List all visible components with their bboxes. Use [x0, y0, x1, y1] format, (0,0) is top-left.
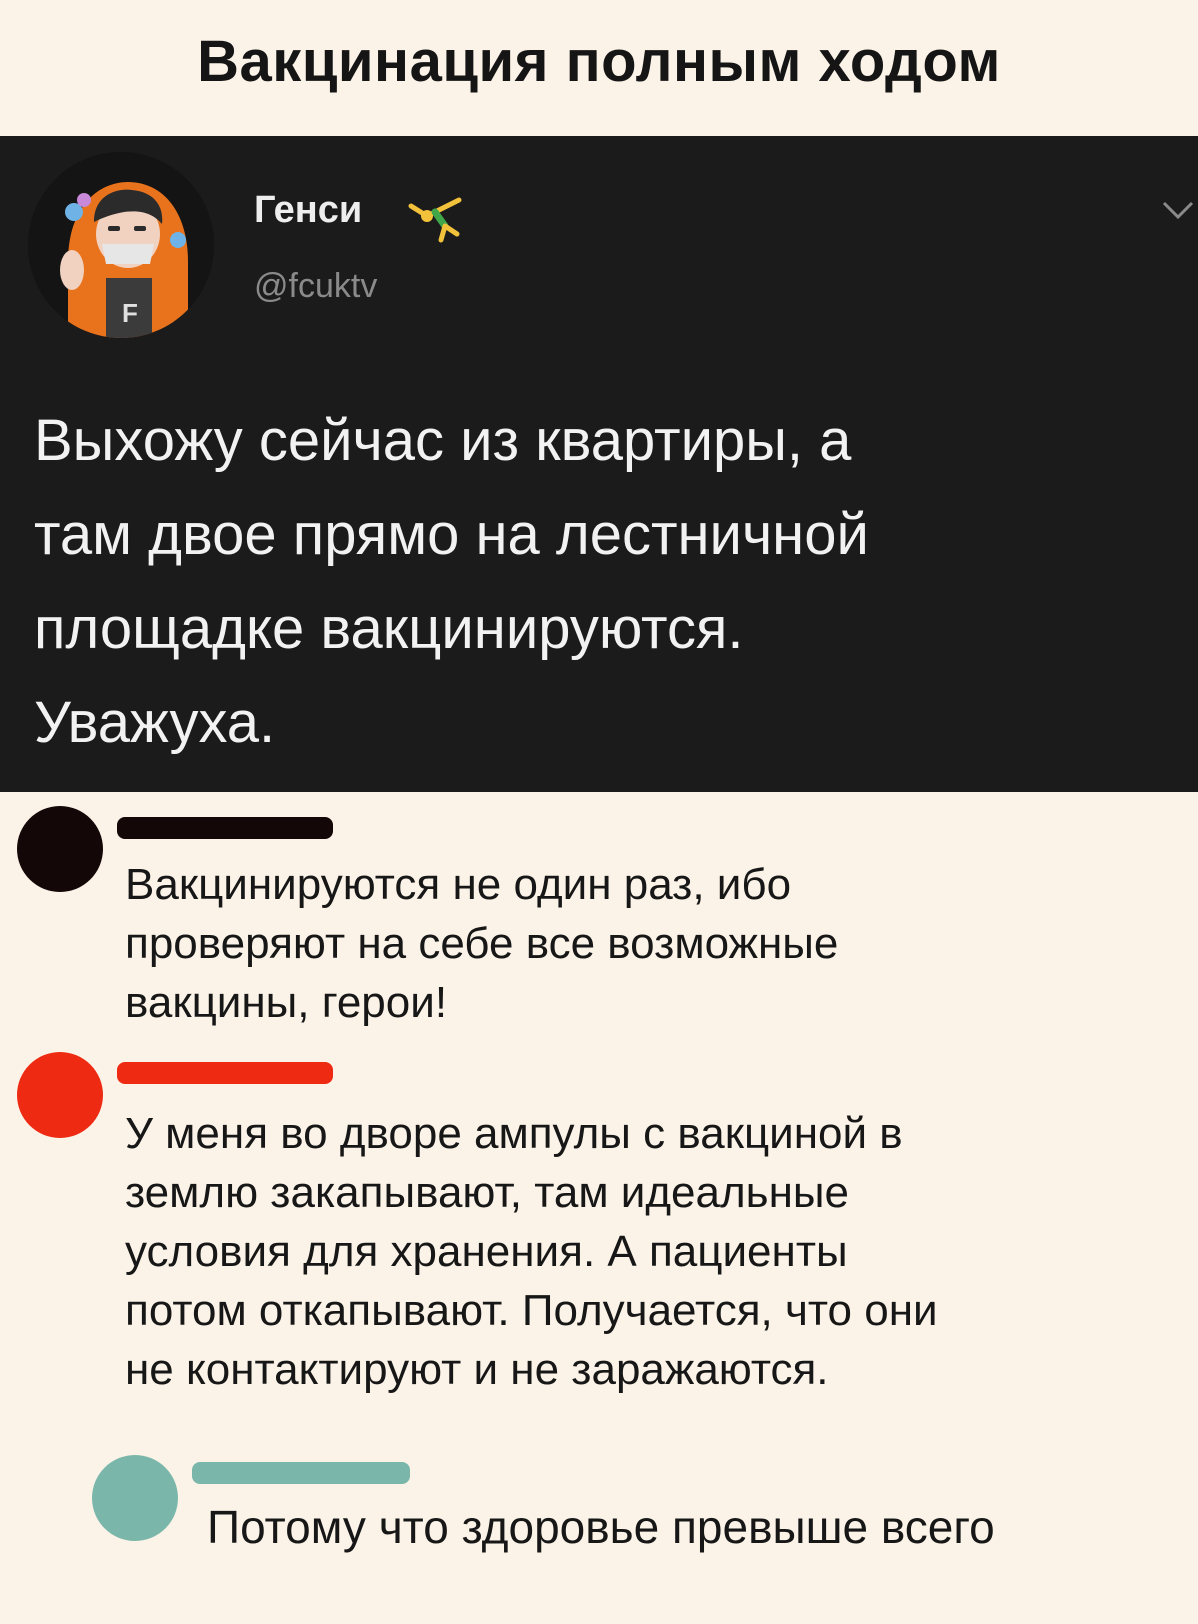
comment-text-line: Потому что здоровье превыше всего [207, 1501, 995, 1553]
tweet-card: F Генси @fcuktv Выхожу сейчас из квартир… [0, 136, 1198, 792]
user-handle[interactable]: @fcuktv [254, 264, 377, 308]
cartwheel-emoji-icon [405, 176, 475, 246]
svg-text:F: F [122, 298, 138, 328]
comment-avatar [92, 1455, 178, 1541]
comment-text-line: землю закапывают, там идеальные [125, 1168, 849, 1217]
comment-avatar [17, 806, 103, 892]
tweet-text-line: площадке вакцинируются. [34, 596, 744, 661]
comment-text-line: потом откапывают. Получается, что они [125, 1286, 938, 1335]
comment-text-line: не контактируют и не заражаются. [125, 1345, 829, 1394]
comment-avatar [17, 1052, 103, 1138]
comment-text: У меня во дворе ампулы с вакциной в земл… [125, 1104, 938, 1399]
comment-author-redacted [117, 1062, 333, 1084]
comment-text-line: условия для хранения. А пациенты [125, 1227, 848, 1276]
chevron-down-icon[interactable] [1160, 198, 1196, 222]
user-avatar[interactable]: F [28, 152, 214, 338]
meme-title: Вакцинация полным ходом [197, 29, 1001, 94]
comment-author-redacted [192, 1462, 410, 1484]
comment-text-line: вакцины, герои! [125, 978, 448, 1027]
tweet-text-line: Уважуха. [34, 690, 276, 755]
comment-text: Потому что здоровье превыше всего [207, 1495, 995, 1559]
tweet-text: Выхожу сейчас из квартиры, а там двое пр… [34, 394, 1184, 770]
comment-text: Вакцинируются не один раз, ибо проверяют… [125, 855, 838, 1032]
comment-text-line: У меня во дворе ампулы с вакциной в [125, 1109, 903, 1158]
tweet-text-line: Выхожу сейчас из квартиры, а [34, 408, 852, 473]
comment-text-line: проверяют на себе все возможные [125, 919, 839, 968]
comment-author-redacted [117, 817, 333, 839]
avatar-illustration: F [28, 152, 214, 338]
display-name[interactable]: Генси [254, 186, 362, 234]
tweet-text-line: там двое прямо на лестничной [34, 502, 869, 567]
comment-text-line: Вакцинируются не один раз, ибо [125, 860, 792, 909]
